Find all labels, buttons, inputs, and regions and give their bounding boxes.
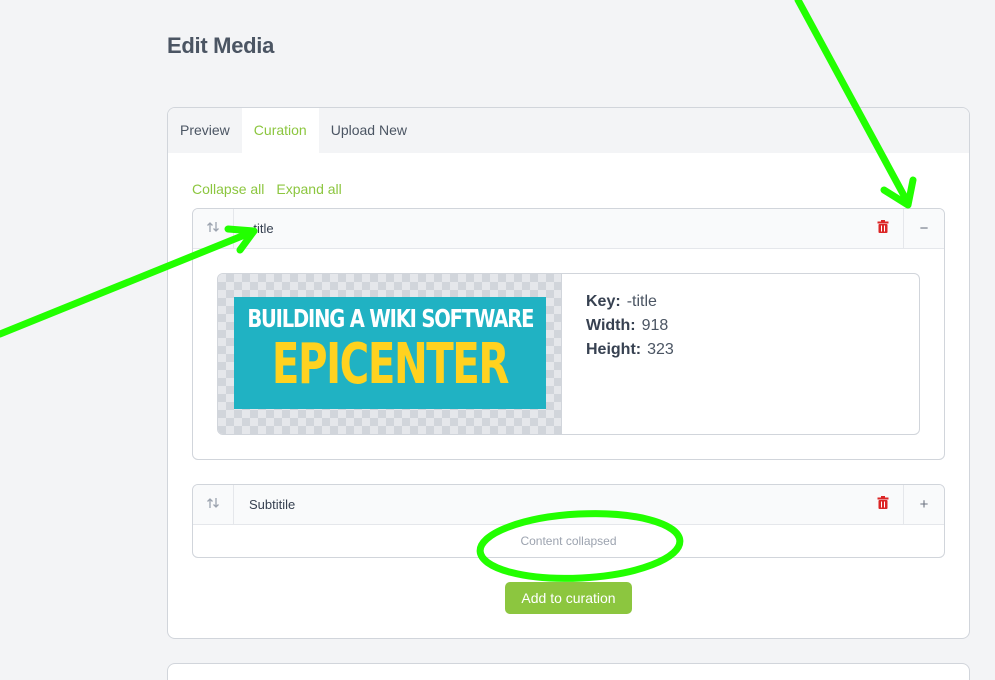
meta-height-row: Height: 323 xyxy=(586,341,674,358)
meta-width-row: Width: 918 xyxy=(586,317,669,334)
curation-item-header: -title − xyxy=(193,209,944,249)
media-card: Preview Curation Upload New Collapse all… xyxy=(167,107,970,639)
expand-all-link[interactable]: Expand all xyxy=(276,181,341,197)
sort-arrows-icon xyxy=(206,221,220,236)
meta-key-row: Key: -title xyxy=(586,293,657,310)
sort-arrows-icon xyxy=(206,497,220,512)
media-thumbnail: BUILDING A WIKI SOFTWARE EPICENTER xyxy=(218,274,562,434)
tab-preview[interactable]: Preview xyxy=(168,108,242,153)
tab-curation[interactable]: Curation xyxy=(241,108,319,153)
sort-handle[interactable] xyxy=(193,209,234,249)
tab-upload-new[interactable]: Upload New xyxy=(319,108,419,153)
delete-button[interactable] xyxy=(863,485,903,525)
page-title: Edit Media xyxy=(167,33,275,58)
trash-icon xyxy=(877,219,889,238)
collapse-controls: Collapse all Expand all xyxy=(192,181,342,197)
add-to-curation-button[interactable]: Add to curation xyxy=(505,582,632,614)
delete-button[interactable] xyxy=(863,209,903,249)
media-preview: BUILDING A WIKI SOFTWARE EPICENTER Key: -… xyxy=(217,273,920,435)
tab-bar: Preview Curation Upload New xyxy=(168,108,969,153)
curation-item: Subtitile + Content collapsed xyxy=(192,484,945,558)
curation-item-label: Subtitile xyxy=(249,497,296,512)
sort-handle[interactable] xyxy=(193,485,234,525)
media-metadata: Key: -title Width: 918 Height: 323 xyxy=(562,274,698,434)
thumbnail-headline: BUILDING A WIKI SOFTWARE xyxy=(247,303,534,333)
secondary-card xyxy=(167,663,970,680)
collapse-toggle-button[interactable]: − xyxy=(903,209,944,249)
curation-item-label: -title xyxy=(249,221,274,236)
collapsed-placeholder: Content collapsed xyxy=(520,534,617,548)
thumbnail-title: EPICENTER xyxy=(271,331,510,397)
collapse-all-link[interactable]: Collapse all xyxy=(192,181,264,197)
thumbnail-image: BUILDING A WIKI SOFTWARE EPICENTER xyxy=(234,297,546,409)
trash-icon xyxy=(877,495,889,514)
curation-item: -title − BUILDING A WIKI SOFTWARE EPICEN… xyxy=(192,208,945,460)
curation-item-header: Subtitile + xyxy=(193,485,944,525)
expand-toggle-button[interactable]: + xyxy=(903,485,944,525)
